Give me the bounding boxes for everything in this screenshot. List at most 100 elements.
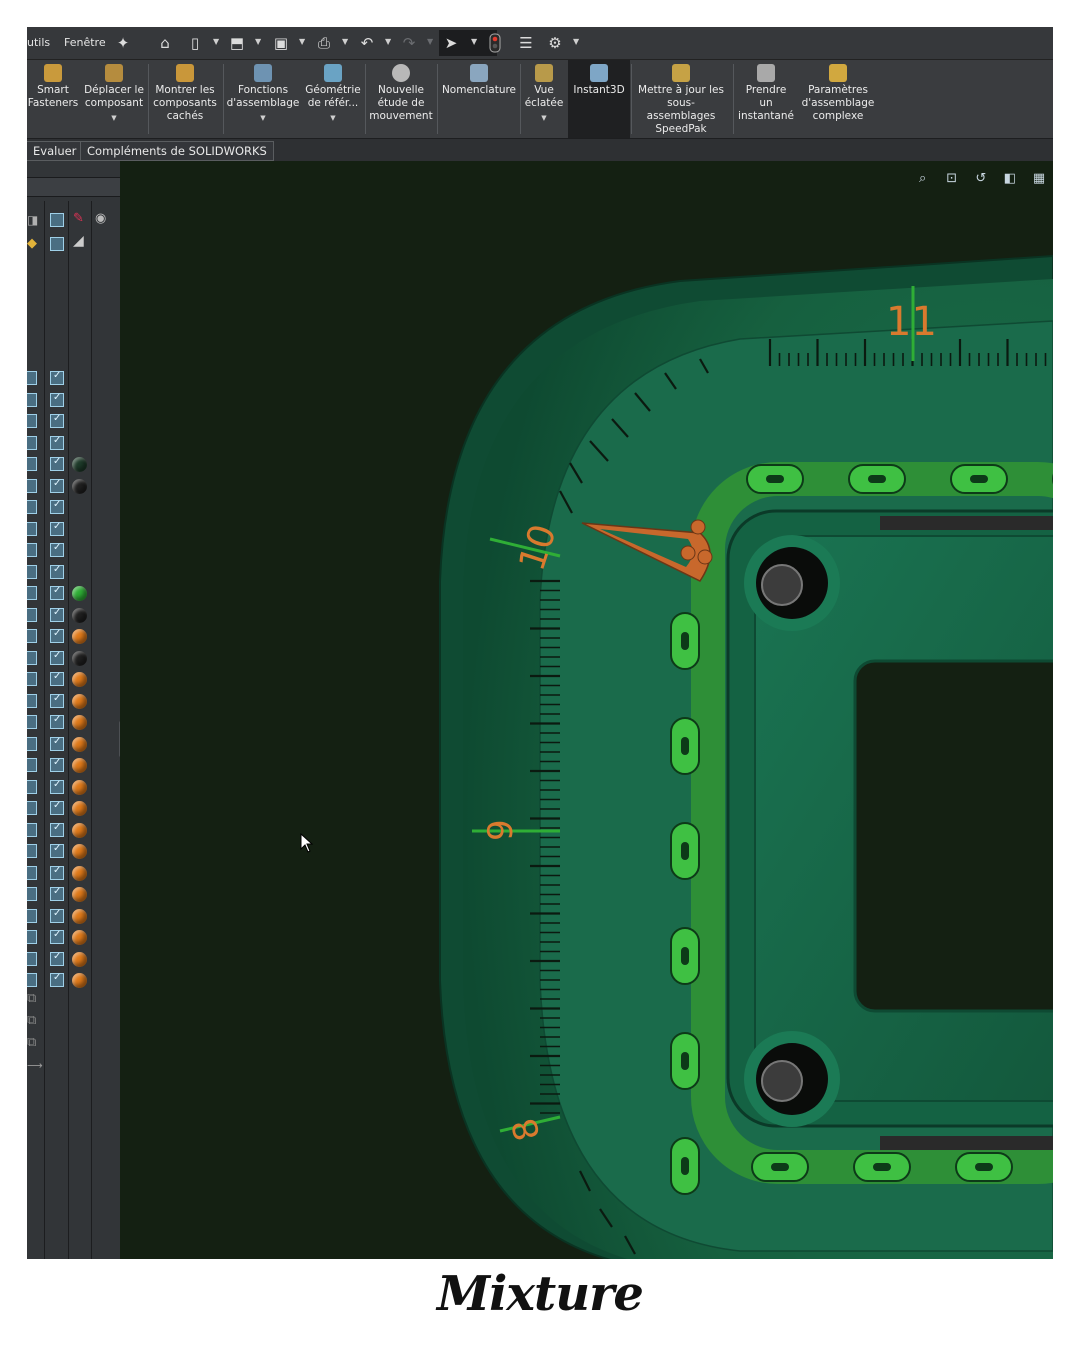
component-visible-icon[interactable] xyxy=(50,736,64,751)
component-visible-icon[interactable] xyxy=(50,650,64,665)
zoom-area-icon[interactable]: ⊡ xyxy=(942,171,962,189)
chevron-down-icon[interactable]: ▼ xyxy=(427,37,433,46)
save-icon[interactable]: ▣ xyxy=(271,33,291,53)
appearance-ball-icon[interactable] xyxy=(72,801,87,816)
appearance-ball-icon[interactable] xyxy=(72,693,87,709)
previous-view-icon[interactable]: ↺ xyxy=(971,171,991,189)
chevron-down-icon[interactable]: ▼ xyxy=(385,37,391,46)
component-visible-icon[interactable] xyxy=(50,564,64,579)
print-icon[interactable]: ⎙ xyxy=(314,33,334,53)
traffic-light-icon[interactable] xyxy=(485,33,505,53)
appearance-ball-icon[interactable] xyxy=(72,887,87,902)
home-icon[interactable]: ⌂ xyxy=(155,33,175,53)
assembly-features-button[interactable]: Fonctions d'assemblage ▼ xyxy=(226,60,300,138)
take-snapshot-button[interactable]: Prendre un instantané xyxy=(735,60,797,138)
component-visible-icon[interactable] xyxy=(50,822,64,837)
chevron-down-icon[interactable]: ▼ xyxy=(303,112,363,125)
component-visible-icon[interactable] xyxy=(50,886,64,901)
smart-fasteners-button[interactable]: Smart Fasteners xyxy=(27,60,79,138)
large-assembly-settings-button[interactable]: Paramètres d'assemblage complexe xyxy=(799,60,877,138)
component-visible-icon[interactable] xyxy=(50,413,64,428)
reference-geometry-button[interactable]: Géométrie de référ... ▼ xyxy=(303,60,363,138)
component-visible-icon[interactable] xyxy=(50,714,64,729)
appearance-ball-icon[interactable] xyxy=(72,629,87,644)
chevron-down-icon[interactable]: ▼ xyxy=(255,37,261,46)
component-visible-icon[interactable] xyxy=(50,908,64,923)
graphics-viewport[interactable]: 11 10 9 8 ⌕ ⊡ ↺ ◧ ▦ xyxy=(120,161,1053,1259)
appearance-ball-icon[interactable] xyxy=(72,457,87,472)
display-pane-icon[interactable]: ◨ xyxy=(27,213,38,227)
show-hidden-components-button[interactable]: Montrer les composants cachés xyxy=(151,60,219,138)
section-view-icon[interactable]: ◧ xyxy=(1000,171,1020,189)
appearance-ball-icon[interactable] xyxy=(72,586,87,601)
appearance-ball-icon[interactable] xyxy=(72,908,87,924)
component-visible-icon[interactable] xyxy=(50,392,64,407)
component-visible-icon[interactable] xyxy=(50,456,64,471)
component-visible-icon[interactable] xyxy=(50,951,64,966)
chevron-down-icon[interactable]: ▼ xyxy=(573,37,579,46)
menu-outils[interactable]: utils xyxy=(27,36,50,49)
chevron-down-icon[interactable]: ▼ xyxy=(226,112,300,125)
component-visible-icon[interactable] xyxy=(50,843,64,858)
component-visible-icon[interactable] xyxy=(50,478,64,493)
undo-icon[interactable]: ↶ xyxy=(357,33,377,53)
move-component-button[interactable]: Déplacer le composant ▼ xyxy=(83,60,145,138)
update-speedpak-button[interactable]: Mettre à jour les sous-assemblages Speed… xyxy=(633,60,729,138)
component-visible-icon[interactable] xyxy=(50,542,64,557)
appearance-ball-icon[interactable] xyxy=(72,715,87,730)
motion-study-button[interactable]: Nouvelle étude de mouvement xyxy=(367,60,435,138)
appearance-ball-icon[interactable] xyxy=(72,650,87,666)
appearance-icon[interactable]: ✎ xyxy=(73,211,84,226)
rollback-bar-icon[interactable]: ⟶ xyxy=(27,1059,43,1072)
exploded-view-button[interactable]: Vue éclatée ▼ xyxy=(522,60,566,138)
pin-icon[interactable]: ✦ xyxy=(113,33,133,53)
component-visible-icon[interactable] xyxy=(50,757,64,772)
appearance-ball-icon[interactable] xyxy=(72,779,87,795)
appearance-ball-icon[interactable] xyxy=(72,930,87,945)
component-visible-icon[interactable] xyxy=(50,628,64,643)
appearance-ball-icon[interactable] xyxy=(72,607,87,623)
appearance-ball-icon[interactable] xyxy=(72,758,87,773)
chevron-down-icon[interactable]: ▼ xyxy=(522,112,566,125)
bom-button[interactable]: Nomenclature xyxy=(439,60,519,138)
appearance-ball-icon[interactable] xyxy=(72,973,87,988)
tab-evaluer[interactable]: Evaluer xyxy=(27,141,84,161)
component-visible-icon[interactable] xyxy=(50,607,64,622)
component-visible-icon[interactable] xyxy=(50,671,64,686)
chevron-down-icon[interactable]: ▼ xyxy=(342,37,348,46)
component-icon[interactable] xyxy=(50,213,64,227)
menu-fenetre[interactable]: Fenêtre xyxy=(64,36,106,49)
new-document-icon[interactable]: ▯ xyxy=(185,33,205,53)
appearance-ball-icon[interactable] xyxy=(72,844,87,859)
component-visible-icon[interactable] xyxy=(50,499,64,514)
component-visible-icon[interactable] xyxy=(50,585,64,600)
redo-icon[interactable]: ↷ xyxy=(399,33,419,53)
appearance-ball-icon[interactable] xyxy=(72,951,87,967)
settings-icon[interactable]: ⚙ xyxy=(545,33,565,53)
component-visible-icon[interactable] xyxy=(50,693,64,708)
zoom-to-fit-icon[interactable]: ⌕ xyxy=(913,171,933,189)
visibility-icon[interactable]: ◉ xyxy=(95,211,106,226)
chevron-down-icon[interactable]: ▼ xyxy=(83,112,145,125)
open-icon[interactable]: ⬒ xyxy=(227,33,247,53)
component-visible-icon[interactable] xyxy=(50,521,64,536)
appearance-ball-icon[interactable] xyxy=(72,822,87,838)
component-visible-icon[interactable] xyxy=(50,779,64,794)
transparency-icon[interactable]: ◢ xyxy=(73,233,84,249)
component-visible-icon[interactable] xyxy=(50,865,64,880)
appearance-ball-icon[interactable] xyxy=(72,478,87,494)
appearance-ball-icon[interactable] xyxy=(72,736,87,752)
component-visible-icon[interactable] xyxy=(50,800,64,815)
instant3d-button[interactable]: Instant3D xyxy=(568,60,630,138)
component-visible-icon[interactable] xyxy=(50,929,64,944)
component-visible-icon[interactable] xyxy=(50,370,64,385)
tab-complements-solidworks[interactable]: Compléments de SOLIDWORKS xyxy=(80,141,274,161)
chevron-down-icon[interactable]: ▼ xyxy=(471,37,477,46)
appearance-ball-icon[interactable] xyxy=(72,672,87,687)
view-orientation-icon[interactable]: ▦ xyxy=(1029,171,1049,189)
appearance-ball-icon[interactable] xyxy=(72,865,87,881)
chevron-down-icon[interactable]: ▼ xyxy=(213,37,219,46)
component-visible-icon[interactable] xyxy=(50,972,64,987)
chevron-down-icon[interactable]: ▼ xyxy=(299,37,305,46)
component-visible-icon[interactable] xyxy=(50,435,64,450)
